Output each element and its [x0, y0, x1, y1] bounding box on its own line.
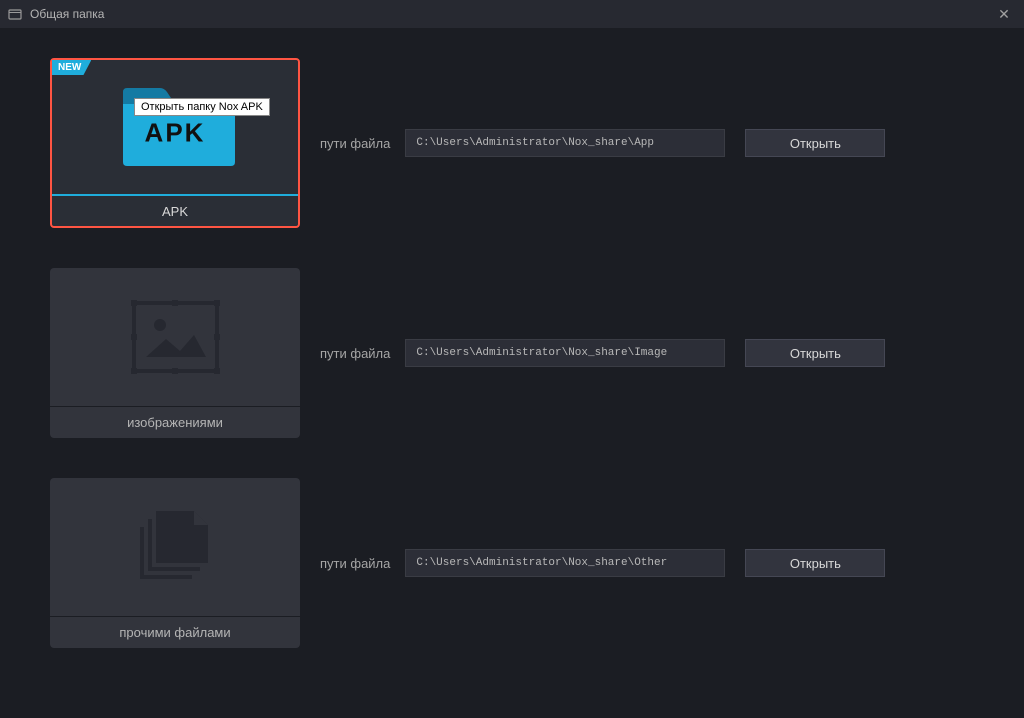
content-area: NEW APK Открыть папку Nox APK APK пути ф…	[0, 28, 1024, 718]
close-icon[interactable]: ✕	[996, 6, 1012, 22]
open-button-images[interactable]: Открыть	[745, 339, 885, 367]
folder-text-apk: APK	[145, 118, 206, 149]
open-button-apk[interactable]: Открыть	[745, 129, 885, 157]
titlebar: Общая папка ✕	[0, 0, 1024, 28]
card-other[interactable]: прочими файлами	[50, 478, 300, 648]
card-apk-icon-area: APK Открыть папку Nox APK	[52, 60, 298, 194]
path-section-images: пути файла Открыть	[320, 339, 974, 367]
image-frame-icon	[128, 297, 223, 377]
path-input-images[interactable]	[405, 339, 725, 367]
path-section-other: пути файла Открыть	[320, 549, 974, 577]
path-label-other: пути файла	[320, 556, 390, 571]
window-title: Общая папка	[30, 7, 104, 21]
row-other: прочими файлами пути файла Открыть	[50, 478, 974, 648]
tooltip-apk: Открыть папку Nox APK	[134, 98, 270, 116]
open-button-other[interactable]: Открыть	[745, 549, 885, 577]
card-images-label: изображениями	[50, 406, 300, 438]
card-other-label: прочими файлами	[50, 616, 300, 648]
card-images[interactable]: изображениями	[50, 268, 300, 438]
card-other-icon-area	[50, 478, 300, 616]
window-icon	[8, 7, 22, 21]
path-label-apk: пути файла	[320, 136, 390, 151]
card-images-icon-area	[50, 268, 300, 406]
path-section-apk: пути файла Открыть	[320, 129, 974, 157]
card-apk[interactable]: NEW APK Открыть папку Nox APK APK	[50, 58, 300, 228]
card-apk-label: APK	[52, 194, 298, 226]
path-label-images: пути файла	[320, 346, 390, 361]
folder-apk-icon: APK	[115, 82, 235, 172]
row-images: изображениями пути файла Открыть	[50, 268, 974, 438]
path-input-apk[interactable]	[405, 129, 725, 157]
row-apk: NEW APK Открыть папку Nox APK APK пути ф…	[50, 58, 974, 228]
path-input-other[interactable]	[405, 549, 725, 577]
files-stack-icon	[130, 507, 220, 587]
